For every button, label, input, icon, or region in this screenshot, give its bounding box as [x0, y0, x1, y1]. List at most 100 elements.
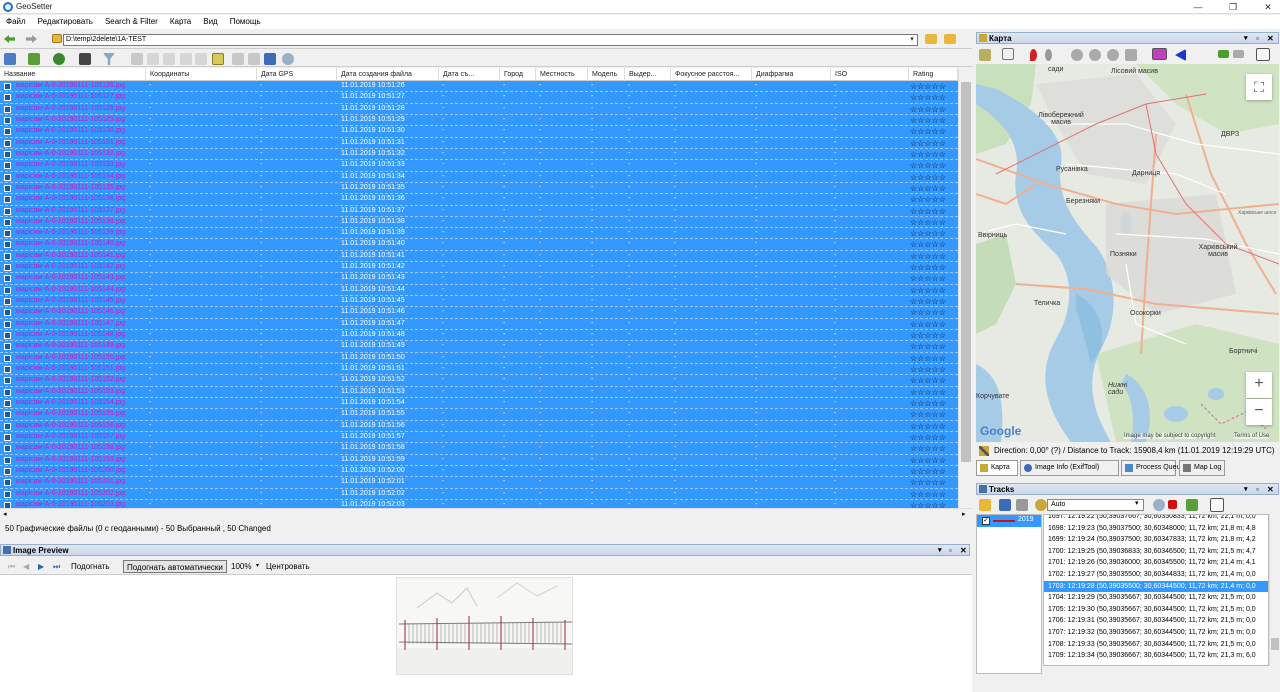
rating-stars[interactable]: ☆☆☆☆☆	[910, 466, 946, 477]
search-track-icon[interactable]	[1035, 499, 1047, 511]
menu-view[interactable]: Вид	[198, 15, 222, 29]
track-point-item[interactable]: 1708: 12:19:33 (50,39035667; 30,60344500…	[1044, 639, 1268, 651]
table-row[interactable]: марісам-А-0-20190111-105158.jpg 11.01.201…	[0, 443, 958, 455]
pane-menu-icon[interactable]: ▾	[938, 545, 942, 556]
tracks-pane-close-icon[interactable]: ✕	[1267, 484, 1274, 495]
rating-stars[interactable]: ☆☆☆☆☆	[910, 489, 946, 500]
fit-button[interactable]: Подогнать	[68, 560, 113, 573]
zoom-select[interactable]: 100%	[228, 560, 254, 573]
rating-stars[interactable]: ☆☆☆☆☆	[910, 138, 946, 149]
table-row[interactable]: марісам-А-0-20190111-105132.jpg 11.01.201…	[0, 148, 958, 161]
map-view[interactable]: сади Лісовий масив Лівобережний масив ДВ…	[976, 64, 1279, 442]
rating-stars[interactable]: ☆☆☆☆☆	[910, 443, 946, 454]
map-options-icon[interactable]	[1256, 48, 1270, 61]
copy-icon[interactable]	[147, 53, 159, 65]
pane-close-icon[interactable]: ✕	[960, 545, 967, 556]
rating-stars[interactable]: ☆☆☆☆☆	[910, 409, 946, 420]
rating-stars[interactable]: ☆☆☆☆☆	[910, 115, 946, 126]
rating-stars[interactable]: ☆☆☆☆☆	[910, 364, 946, 375]
table-row[interactable]: марісам-А-0-20190111-105151.jpg 11.01.201…	[0, 364, 958, 376]
rating-stars[interactable]: ☆☆☆☆☆	[910, 273, 946, 284]
tracks-pane-menu-icon[interactable]: ▾	[1244, 484, 1248, 495]
gray-pin-icon[interactable]	[1045, 49, 1052, 61]
rating-stars[interactable]: ☆☆☆☆☆	[910, 330, 946, 341]
table-row[interactable]: марісам-А-0-20190111-105149.jpg 11.01.201…	[0, 341, 958, 353]
rating-stars[interactable]: ☆☆☆☆☆	[910, 104, 946, 115]
rating-stars[interactable]: ☆☆☆☆☆	[910, 228, 946, 239]
table-row[interactable]: марісам-А-0-20190111-105202.jpg 11.01.201…	[0, 488, 958, 500]
track-mode-select[interactable]: Auto	[1047, 499, 1144, 511]
track-point-item[interactable]: 1697: 12:19:22 (50,39037667; 30,60350833…	[1044, 515, 1268, 523]
rating-stars[interactable]: ☆☆☆☆☆	[910, 160, 946, 171]
forward-arrow-icon[interactable]	[26, 35, 37, 43]
magenta-arrow-icon[interactable]	[1152, 48, 1167, 60]
stop-icon[interactable]	[1168, 500, 1177, 509]
folder-lock-icon[interactable]	[925, 34, 937, 44]
scrollbar-thumb[interactable]	[961, 82, 971, 462]
rating-stars[interactable]: ☆☆☆☆☆	[910, 217, 946, 228]
map-pane-close-icon[interactable]: ✕	[1267, 33, 1274, 44]
path-input[interactable]: D:\temp\2delete\1A-TEST	[63, 34, 918, 46]
filter-icon[interactable]	[103, 53, 115, 65]
table-row[interactable]: марісам-А-0-20190111-105203.jpg 11.01.201…	[0, 499, 958, 508]
track-point-item[interactable]: 1702: 12:19:27 (50,39035500; 30,60344833…	[1044, 569, 1268, 581]
column-header[interactable]: Город	[500, 68, 536, 81]
table-row[interactable]: марісам-А-0-20190111-105159.jpg 11.01.201…	[0, 454, 958, 466]
table-row[interactable]: марісам-А-0-20190111-105152.jpg 11.01.201…	[0, 375, 958, 387]
fit-auto-button[interactable]: Подогнать автоматически	[123, 560, 227, 573]
rating-stars[interactable]: ☆☆☆☆☆	[910, 149, 946, 160]
table-row[interactable]: марісам-А-0-20190111-105126.jpg 11.01.201…	[0, 81, 958, 93]
rating-stars[interactable]: ☆☆☆☆☆	[910, 387, 946, 398]
zoom-out-icon[interactable]	[1107, 49, 1119, 61]
edit-track-icon[interactable]	[1016, 499, 1028, 511]
tab-process-queue[interactable]: Process Queue	[1121, 460, 1184, 476]
map-forward-icon[interactable]	[1233, 50, 1244, 58]
redo-icon[interactable]	[248, 53, 260, 65]
map-zoom-out-button[interactable]: −	[1246, 399, 1272, 425]
rating-stars[interactable]: ☆☆☆☆☆	[910, 375, 946, 386]
table-row[interactable]: марісам-А-0-20190111-105129.jpg 11.01.201…	[0, 114, 958, 127]
rating-stars[interactable]: ☆☆☆☆☆	[910, 477, 946, 488]
map-pane-pin-icon[interactable]: ▫	[1256, 33, 1259, 44]
table-row[interactable]: марісам-А-0-20190111-105146.jpg 11.01.201…	[0, 307, 958, 319]
save-track-icon[interactable]	[999, 499, 1011, 511]
table-row[interactable]: марісам-А-0-20190111-105145.jpg 11.01.201…	[0, 296, 958, 308]
column-header[interactable]: Дата GPS	[257, 68, 337, 81]
table-row[interactable]: марісам-А-0-20190111-105137.jpg 11.01.201…	[0, 205, 958, 217]
table-row[interactable]: марісам-А-0-20190111-105147.jpg 11.01.201…	[0, 318, 958, 331]
undo-icon[interactable]	[232, 53, 244, 65]
tag-icon[interactable]	[195, 53, 207, 65]
table-row[interactable]: марісам-А-0-20190111-105153.jpg 11.01.201…	[0, 386, 958, 398]
rating-stars[interactable]: ☆☆☆☆☆	[910, 251, 946, 262]
center-button[interactable]: Центровать	[263, 560, 313, 573]
rating-stars[interactable]: ☆☆☆☆☆	[910, 194, 946, 205]
table-row[interactable]: марісам-А-0-20190111-105143.jpg 11.01.201…	[0, 273, 958, 285]
clipboard-icon[interactable]	[180, 53, 192, 65]
track-options-icon[interactable]	[1210, 498, 1224, 512]
track-point-item[interactable]: 1699: 12:19:24 (50,39037500; 30,60347833…	[1044, 534, 1268, 546]
tracks-pane-pin-icon[interactable]: ▫	[1256, 484, 1259, 495]
table-row[interactable]: марісам-А-0-20190111-105201.jpg 11.01.201…	[0, 477, 958, 489]
rating-stars[interactable]: ☆☆☆☆☆	[910, 262, 946, 273]
column-header[interactable]: Дата создания файла	[337, 68, 439, 81]
column-header[interactable]: Диафрагма	[752, 68, 831, 81]
refresh-icon[interactable]	[53, 53, 65, 65]
rating-stars[interactable]: ☆☆☆☆☆	[910, 398, 946, 409]
column-header[interactable]: Модель	[588, 68, 625, 81]
track-point-item[interactable]: 1700: 12:19:25 (50,39036833; 30,60346500…	[1044, 546, 1268, 558]
comment-icon[interactable]	[1153, 499, 1165, 511]
table-row[interactable]: марісам-А-0-20190111-105133.jpg 11.01.201…	[0, 160, 958, 172]
track-point-item[interactable]: 1707: 12:19:32 (50,39035667; 30,60344500…	[1044, 627, 1268, 639]
globe-icon[interactable]	[282, 53, 294, 65]
rating-stars[interactable]: ☆☆☆☆☆	[910, 296, 946, 307]
open-track-icon[interactable]	[979, 499, 991, 511]
tab-map-log[interactable]: Map Log	[1179, 460, 1225, 476]
track-point-item[interactable]: 1701: 12:19:26 (50,39036000; 30,60345500…	[1044, 557, 1268, 569]
table-row[interactable]: марісам-А-0-20190111-105141.jpg 11.01.201…	[0, 250, 958, 263]
track-point-item[interactable]: 1704: 12:19:29 (50,39035667; 30,60344500…	[1044, 592, 1268, 604]
tracks-scrollbar[interactable]	[1269, 514, 1280, 666]
table-row[interactable]: марісам-А-0-20190111-105200.jpg 11.01.201…	[0, 465, 958, 478]
menu-help[interactable]: Помощь	[225, 15, 266, 29]
rating-stars[interactable]: ☆☆☆☆☆	[910, 421, 946, 432]
column-header[interactable]: Rating	[909, 68, 958, 81]
